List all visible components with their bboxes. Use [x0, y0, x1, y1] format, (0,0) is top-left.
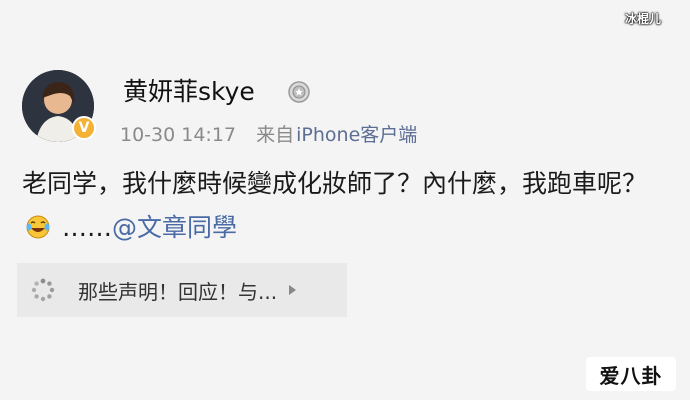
chevron-right-icon — [289, 285, 297, 295]
post-meta: 10-30 14:17 来自 iPhone客户端 — [120, 120, 417, 147]
link-card[interactable]: 那些声明！回应！与... — [17, 263, 347, 317]
post-text-main: 老同学，我什麼時候變成化妝師了？內什麼，我跑車呢？ — [22, 169, 648, 198]
mention-link[interactable]: @文章同學 — [112, 213, 237, 242]
watermark-logo: 爱八卦 — [586, 357, 676, 391]
source-name[interactable]: iPhone客户端 — [296, 124, 417, 146]
loading-spinner-icon — [31, 278, 55, 302]
link-card-label: 那些声明！回应！与... — [78, 279, 278, 304]
username[interactable]: 黄妍菲skye — [123, 72, 255, 108]
laughing-crying-emoji-icon — [26, 215, 50, 239]
post-text-ellipsis: …… — [61, 213, 112, 242]
medal-icon[interactable] — [287, 80, 311, 104]
verified-badge-icon: V — [72, 116, 96, 140]
watermark-top: 冰棍儿 — [625, 12, 662, 26]
timestamp: 10-30 14:17 — [120, 124, 237, 146]
source-prefix: 来自 — [256, 124, 295, 146]
post-text: 老同学，我什麼時候變成化妝師了？內什麼，我跑車呢？ ……@文章同學 — [22, 162, 672, 250]
